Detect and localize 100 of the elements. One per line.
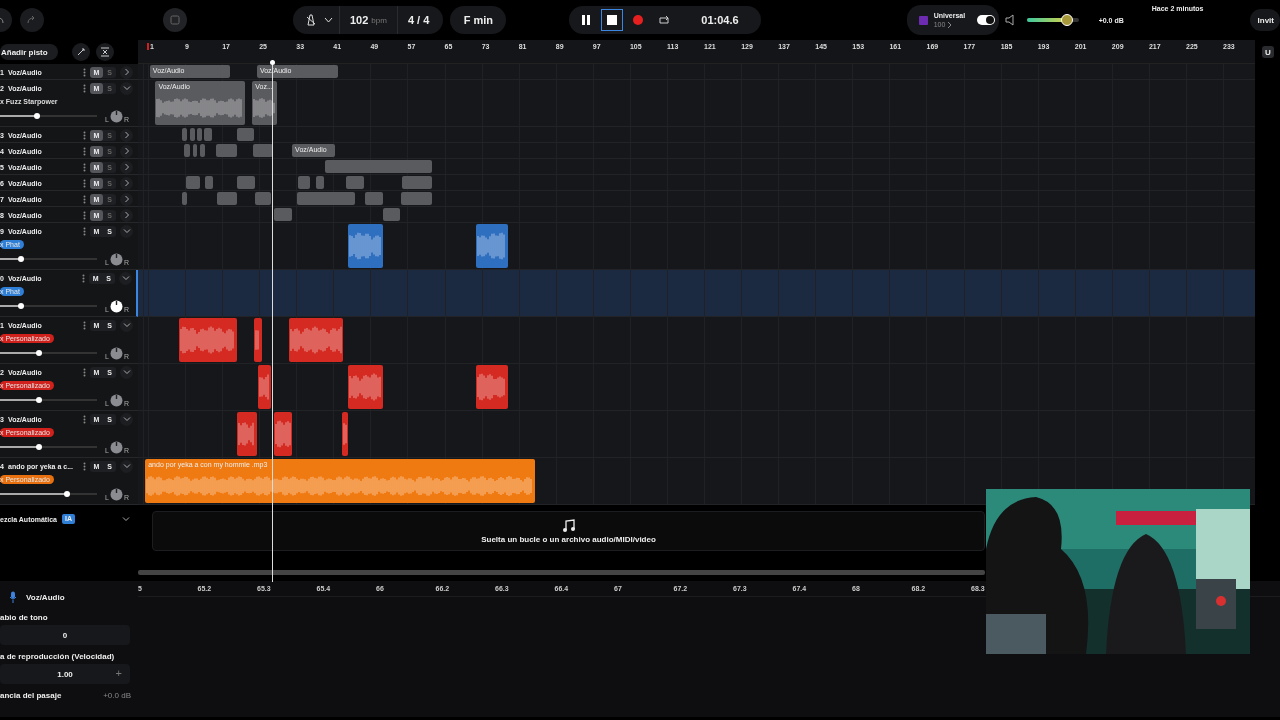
audio-clip[interactable] [364,192,383,205]
more-icon[interactable] [83,210,86,220]
fit-button[interactable] [95,43,114,61]
expand-button[interactable] [120,176,133,190]
expand-button[interactable] [120,65,133,79]
add-track-button[interactable]: Añadir pisto [0,44,58,60]
audio-clip[interactable] [186,176,200,189]
more-icon[interactable] [83,320,86,330]
audio-clip[interactable] [257,365,272,409]
scrollbar[interactable] [138,570,985,575]
audio-clip[interactable] [184,144,191,157]
audio-clip[interactable] [216,144,237,157]
expand-button[interactable] [120,318,133,332]
more-icon[interactable] [83,162,86,172]
more-icon[interactable] [82,273,86,283]
audio-clip[interactable] [401,176,433,189]
audio-clip[interactable] [342,412,349,456]
expand-button[interactable] [120,224,133,238]
audio-clip[interactable] [476,224,509,268]
scroll-button[interactable]: U [1262,46,1274,58]
expand-button[interactable] [120,160,133,174]
audio-clip[interactable] [298,176,311,189]
chevron-icon [122,415,131,423]
more-icon[interactable] [83,461,86,471]
audio-clip[interactable] [217,192,237,205]
more-icon[interactable] [83,83,86,93]
music-note-icon [561,518,576,533]
tuner-button[interactable] [71,43,90,61]
audio-clip[interactable] [192,144,198,157]
time-display: 01:04.6 [700,14,740,26]
audio-clip[interactable] [190,128,195,141]
speaker-icon[interactable] [1004,14,1017,26]
audio-clip[interactable] [236,128,255,141]
audio-clip[interactable] [316,176,325,189]
audio-clip[interactable] [476,365,509,409]
loop-icon [657,14,672,26]
track-name: Voz/Audio [26,592,65,602]
audio-clip[interactable] [204,128,212,141]
pan-knob[interactable] [109,299,123,313]
more-icon[interactable] [83,414,86,424]
key-button[interactable]: F min [450,6,507,34]
expand-button[interactable] [119,271,132,285]
square-icon [170,15,180,25]
chevron-icon [122,515,130,523]
audio-clip[interactable] [401,192,433,205]
waveform-drawing [349,231,382,261]
audio-clip[interactable] [273,208,293,221]
waveform-drawing [477,231,507,261]
tempo-value[interactable]: 102 [350,14,369,26]
expand-button[interactable] [120,459,133,473]
pause-icon [580,14,593,26]
audio-clip[interactable] [253,144,274,157]
more-icon[interactable] [83,67,86,77]
audio-clip[interactable] [273,412,293,456]
audio-clip[interactable] [181,128,187,141]
audio-clip[interactable] [255,192,272,205]
audio-clip[interactable] [297,192,356,205]
expand-button[interactable] [120,128,133,142]
chevron-icon [121,274,130,282]
more-icon[interactable] [83,146,86,156]
invite-button[interactable]: Invit [1249,9,1280,31]
audio-clip[interactable] [199,144,205,157]
audio-clip[interactable] [236,412,257,456]
loop-region-button[interactable] [163,8,187,32]
preset-icon [918,15,928,25]
expand-button[interactable] [120,208,133,222]
input-field[interactable]: 1.00 + [0,664,130,684]
more-icon[interactable] [83,194,86,204]
expand-button[interactable] [120,365,133,379]
waveform-drawing [289,325,342,355]
caret-icon [324,17,333,23]
audio-clip[interactable] [205,176,213,189]
field-label: abio de tono [0,613,49,622]
expand-button[interactable] [120,192,133,206]
more-icon[interactable] [83,130,86,140]
audio-clip[interactable] [325,160,433,173]
microphone-icon [9,591,17,603]
expand-button[interactable] [120,81,133,95]
audio-clip[interactable] [197,128,203,141]
audio-clip[interactable] [345,176,364,189]
audio-clip[interactable] [382,208,401,221]
more-icon[interactable] [83,178,86,188]
audio-clip[interactable] [254,318,262,362]
input-field[interactable]: 0 [0,625,130,645]
audio-clip[interactable] [179,318,237,362]
expand-button[interactable] [120,144,133,158]
audio-clip[interactable] [348,224,383,268]
drop-hint: Suelta un bucle o un archivo audio/MIDI/video [481,534,656,544]
audio-clip[interactable] [288,318,344,362]
audio-clip[interactable] [236,176,256,189]
increment-button[interactable]: + [115,667,122,679]
audio-clip[interactable] [348,365,383,409]
stop-button[interactable] [601,9,624,31]
audio-clip[interactable] [181,192,187,205]
toggle-switch[interactable] [977,15,996,25]
more-icon[interactable] [83,226,86,236]
more-icon[interactable] [83,367,86,377]
expand-button[interactable] [120,412,133,426]
time-signature[interactable]: 4 / 4 [397,14,444,26]
drop-zone[interactable]: Suelta un bucle o un archivo audio/MIDI/video [152,511,985,551]
